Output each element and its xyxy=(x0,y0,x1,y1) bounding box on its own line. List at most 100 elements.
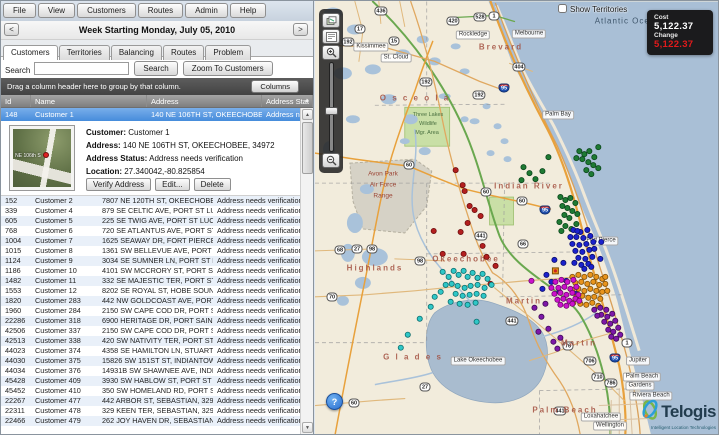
customer-dot-okeechobee-city-teal[interactable] xyxy=(398,345,403,350)
customer-dot-sebastian-vero-green[interactable] xyxy=(560,203,565,208)
customer-dot-fort-pierce-blue[interactable] xyxy=(599,239,604,244)
tab-balancing[interactable]: Balancing xyxy=(111,45,162,60)
customer-dot-sebastian-vero-green[interactable] xyxy=(533,177,538,182)
customer-dot-st-lucie-west-magenta[interactable] xyxy=(556,285,561,290)
customer-dot-okeechobee-city-teal[interactable] xyxy=(462,285,467,290)
customer-dot-sebastian-vero-green[interactable] xyxy=(521,165,526,170)
table-row[interactable]: 45428Customer 4093930 SW HABLOW ST, PORT… xyxy=(1,376,300,386)
customer-dot-sebastian-vero-green[interactable] xyxy=(589,172,594,177)
table-row[interactable]: 1482Customer 11332 SE MAJESTIC TER, PORT… xyxy=(1,276,300,286)
customer-dot-sebastian-vero-green[interactable] xyxy=(565,205,570,210)
map-layers-button[interactable] xyxy=(322,13,340,28)
map[interactable]: O s c e o l aBrevardHighlandsIndian Rive… xyxy=(315,1,719,435)
customer-dot-okeechobee-city-teal[interactable] xyxy=(432,294,437,299)
customer-dot-port-st-lucie-orange[interactable] xyxy=(598,296,603,301)
customer-dot-stuart-purple[interactable] xyxy=(546,326,551,331)
customer-dot-stuart-purple[interactable] xyxy=(602,319,607,324)
menu-item-admin[interactable]: Admin xyxy=(185,3,228,18)
customer-dot-okeechobee-city-teal[interactable] xyxy=(438,289,443,294)
tab-customers[interactable]: Customers xyxy=(3,45,58,60)
customer-dot-stuart-purple[interactable] xyxy=(532,305,537,310)
customer-dot-okeechobee-city-teal[interactable] xyxy=(428,304,433,309)
customer-dot-sebastian-vero-green[interactable] xyxy=(587,149,592,154)
tab-problem[interactable]: Problem xyxy=(205,45,251,60)
customer-dot-sebastian-vero-green[interactable] xyxy=(586,160,591,165)
table-row[interactable]: 152Customer 27807 NE 120TH ST, OKEECHOBE… xyxy=(1,196,300,206)
customer-dot-okeechobee-city-teal[interactable] xyxy=(457,301,462,306)
menu-item-file[interactable]: File xyxy=(3,3,36,18)
customer-dot-port-st-lucie-orange[interactable] xyxy=(586,295,591,300)
zoom-out-button[interactable] xyxy=(322,153,340,168)
customer-dot-stuart-purple[interactable] xyxy=(604,307,609,312)
customer-dot-okeechobee-city-teal[interactable] xyxy=(480,271,485,276)
customer-dot-okeechobee-red[interactable] xyxy=(460,182,465,187)
customer-dot-okeechobee-city-teal[interactable] xyxy=(473,300,478,305)
customer-dot-st-lucie-west-magenta[interactable] xyxy=(529,278,534,283)
customer-dot-okeechobee-city-teal[interactable] xyxy=(449,281,454,286)
customer-dot-stuart-purple[interactable] xyxy=(608,321,613,326)
customer-dot-sebastian-vero-green[interactable] xyxy=(540,169,545,174)
customer-dot-sebastian-vero-green[interactable] xyxy=(573,200,578,205)
customer-dot-okeechobee-red[interactable] xyxy=(453,168,458,173)
customer-dot-fort-pierce-blue[interactable] xyxy=(574,234,579,239)
customer-dot-port-st-lucie-orange[interactable] xyxy=(576,272,581,277)
customer-dot-port-st-lucie-orange[interactable] xyxy=(603,274,608,279)
table-row[interactable]: 1553Customer 128202 SE ROYAL ST, HOBE SO… xyxy=(1,286,300,296)
table-row[interactable]: 1015Customer 81361 SW BELLEVUE AVE, PORT… xyxy=(1,246,300,256)
table-row[interactable]: 1960Customer 2842150 SW CAPE COD DR, POR… xyxy=(1,306,300,316)
sort-asc-icon[interactable]: ▲ xyxy=(304,95,310,108)
customer-dot-port-st-lucie-orange[interactable] xyxy=(603,281,608,286)
customer-dot-stuart-purple[interactable] xyxy=(611,329,616,334)
table-row[interactable]: 339Customer 4879 SE CELTIC AVE, PORT ST … xyxy=(1,206,300,216)
customer-dot-fort-pierce-blue[interactable] xyxy=(576,255,581,260)
table-row[interactable]: 1004Customer 71625 SEAWAY DR, FORT PIERC… xyxy=(1,236,300,246)
customer-dot-port-st-lucie-orange[interactable] xyxy=(591,279,596,284)
table-row[interactable]: 768Customer 6720 SE ATLANTUS AVE, PORT S… xyxy=(1,226,300,236)
customer-dot-port-st-lucie-orange[interactable] xyxy=(582,274,587,279)
customer-dot-stuart-purple[interactable] xyxy=(614,336,619,341)
show-territories-checkbox[interactable] xyxy=(558,4,567,13)
next-week-button[interactable]: > xyxy=(293,23,308,36)
table-row[interactable]: 44030Customer 37515826 SW 151ST ST, INDI… xyxy=(1,356,300,366)
customer-dot-okeechobee-city-teal[interactable] xyxy=(474,291,479,296)
customer-dot-fort-pierce-blue[interactable] xyxy=(544,272,549,277)
customer-dot-okeechobee-city-teal[interactable] xyxy=(440,269,445,274)
customer-dot-sebastian-vero-green[interactable] xyxy=(575,211,580,216)
customer-dot-fort-pierce-blue[interactable] xyxy=(561,260,566,265)
customer-dot-okeechobee-city-teal[interactable] xyxy=(468,283,473,288)
customer-dot-okeechobee-red[interactable] xyxy=(461,251,466,256)
customer-dot-okeechobee-red[interactable] xyxy=(478,213,483,218)
customer-dot-fort-pierce-blue[interactable] xyxy=(585,227,590,232)
customer-dot-okeechobee-red[interactable] xyxy=(431,228,436,233)
customer-dot-fort-pierce-blue[interactable] xyxy=(568,234,573,239)
customer-dot-okeechobee-city-teal[interactable] xyxy=(470,270,475,275)
customer-dot-fort-pierce-blue[interactable] xyxy=(582,266,587,271)
table-row[interactable]: 22311Customer 478329 KEEN TER, SEBASTIAN… xyxy=(1,406,300,416)
table-row[interactable]: 44023Customer 3744358 SE HAMILTON LN, ST… xyxy=(1,346,300,356)
zoom-to-customers-button[interactable]: Zoom To Customers xyxy=(183,61,273,76)
table-row[interactable]: 1186Customer 104101 SW MCCRORY ST, PORT … xyxy=(1,266,300,276)
customer-dot-st-lucie-west-magenta[interactable] xyxy=(571,277,576,282)
menu-item-help[interactable]: Help xyxy=(230,3,266,18)
customer-dot-port-st-lucie-orange[interactable] xyxy=(594,274,599,279)
customer-dot-stuart-purple[interactable] xyxy=(610,311,615,316)
customer-dot-port-st-lucie-orange[interactable] xyxy=(579,279,584,284)
customer-dot-okeechobee-city-teal[interactable] xyxy=(455,283,460,288)
customer-dot-okeechobee-city-teal[interactable] xyxy=(460,293,465,298)
customer-dot-stuart-purple[interactable] xyxy=(555,346,560,351)
customer-dot-okeechobee-city-teal[interactable] xyxy=(465,274,470,279)
customer-dot-okeechobee-city-teal[interactable] xyxy=(481,293,486,298)
customer-dot-sebastian-vero-green[interactable] xyxy=(592,155,597,160)
customer-dot-port-st-lucie-orange[interactable] xyxy=(588,272,593,277)
customer-dot-okeechobee-city-teal[interactable] xyxy=(475,282,480,287)
customer-dot-okeechobee-red[interactable] xyxy=(493,263,498,268)
tab-routes[interactable]: Routes xyxy=(163,45,204,60)
column-header-name[interactable]: Name xyxy=(31,95,147,107)
customer-dot-okeechobee-city-teal[interactable] xyxy=(465,302,470,307)
customer-dot-okeechobee-city-teal[interactable] xyxy=(456,272,461,277)
customer-dot-fort-pierce-blue[interactable] xyxy=(580,249,585,254)
table-row[interactable]: 22466Customer 479262 JOY HAVEN DR, SEBAS… xyxy=(1,416,300,426)
customer-dot-sebastian-vero-green[interactable] xyxy=(546,155,551,160)
customer-dot-okeechobee-red[interactable] xyxy=(458,229,463,234)
customer-dot-sebastian-vero-green[interactable] xyxy=(584,168,589,173)
